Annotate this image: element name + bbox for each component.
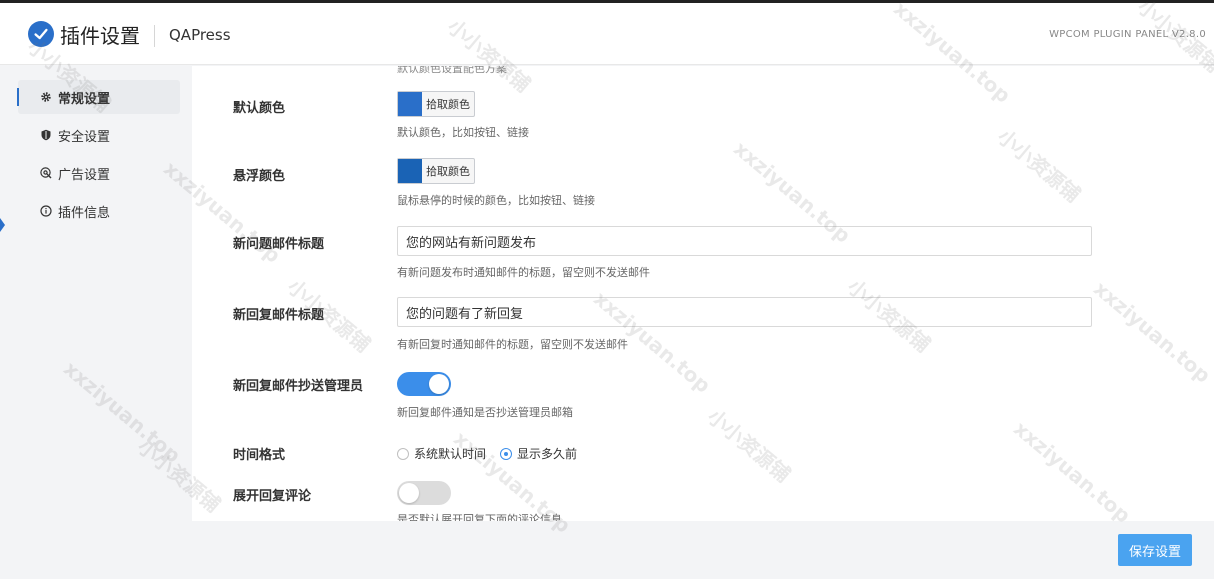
title-divider [154,25,155,47]
hover-color-label: 悬浮颜色 [233,169,286,184]
page-title: 插件设置 [60,24,140,48]
default-color-label: 默认颜色 [233,101,286,116]
time-format-option-ago[interactable]: 显示多久前 [500,445,577,462]
footer: 保存设置 [0,521,1214,579]
active-indicator [17,88,19,106]
time-format-label: 时间格式 [233,448,286,463]
sidebar-item-security[interactable]: 安全设置 [18,118,180,152]
toggle-knob [429,374,449,394]
radio-label: 系统默认时间 [414,447,487,461]
time-format-radio-group: 系统默认时间 显示多久前 [397,445,591,462]
default-color-swatch [398,92,422,116]
cc-admin-label: 新回复邮件抄送管理员 [233,379,364,394]
new-reply-subject-input[interactable] [397,297,1092,327]
sidebar-item-general[interactable]: 常规设置 [18,80,180,114]
toggle-knob [399,483,419,503]
ad-target-icon [40,167,52,179]
cut-off-description: 默认颜色设置配色方案 [397,66,507,75]
sidebar-item-label: 常规设置 [58,91,111,107]
plugin-name: QAPress [169,26,231,44]
settings-panel: 默认颜色设置配色方案 默认颜色 拾取颜色 默认颜色，比如按钮、链接 悬浮颜色 拾… [192,66,1214,521]
panel-version: WPCOM PLUGIN PANEL V2.8.0 [1049,29,1206,40]
expand-replies-label: 展开回复评论 [233,489,312,504]
sidebar-item-info[interactable]: 插件信息 [18,194,180,228]
sidebar-item-label: 安全设置 [58,129,111,145]
default-color-desc: 默认颜色，比如按钮、链接 [397,126,529,139]
sidebar: 常规设置 安全设置 广告设置 插件信息 [0,66,192,521]
new-reply-subject-label: 新回复邮件标题 [233,308,325,323]
new-question-subject-input[interactable] [397,226,1092,256]
collapse-handle-icon[interactable] [0,218,5,232]
expand-replies-desc: 是否默认展开回复下面的评论信息 [397,513,562,521]
radio-unchecked-icon [397,447,409,460]
cc-admin-toggle[interactable] [397,372,451,396]
sidebar-item-ads[interactable]: 广告设置 [18,156,180,190]
header: 插件设置 QAPress WPCOM PLUGIN PANEL V2.8.0 [0,3,1214,65]
sidebar-item-label: 广告设置 [58,167,111,183]
pick-color-button[interactable]: 拾取颜色 [422,92,474,116]
radio-checked-icon [500,447,513,460]
check-badge-icon [28,21,54,47]
new-question-subject-desc: 有新问题发布时通知邮件的标题，留空则不发送邮件 [397,266,650,279]
sidebar-item-label: 插件信息 [58,205,111,221]
hover-color-swatch [398,159,422,183]
info-icon [40,205,52,217]
hover-color-desc: 鼠标悬停的时候的颜色，比如按钮、链接 [397,194,595,207]
gear-icon [40,91,52,103]
expand-replies-toggle[interactable] [397,481,451,505]
save-settings-button[interactable]: 保存设置 [1118,534,1192,566]
new-reply-subject-desc: 有新回复时通知邮件的标题，留空则不发送邮件 [397,338,628,351]
pick-color-button[interactable]: 拾取颜色 [422,159,474,183]
hover-color-picker[interactable]: 拾取颜色 [397,158,475,184]
shield-icon [40,129,52,141]
time-format-option-system[interactable]: 系统默认时间 [397,445,486,462]
cc-admin-desc: 新回复邮件通知是否抄送管理员邮箱 [397,406,573,419]
default-color-picker[interactable]: 拾取颜色 [397,91,475,117]
radio-label: 显示多久前 [517,447,578,461]
new-question-subject-label: 新问题邮件标题 [233,237,325,252]
